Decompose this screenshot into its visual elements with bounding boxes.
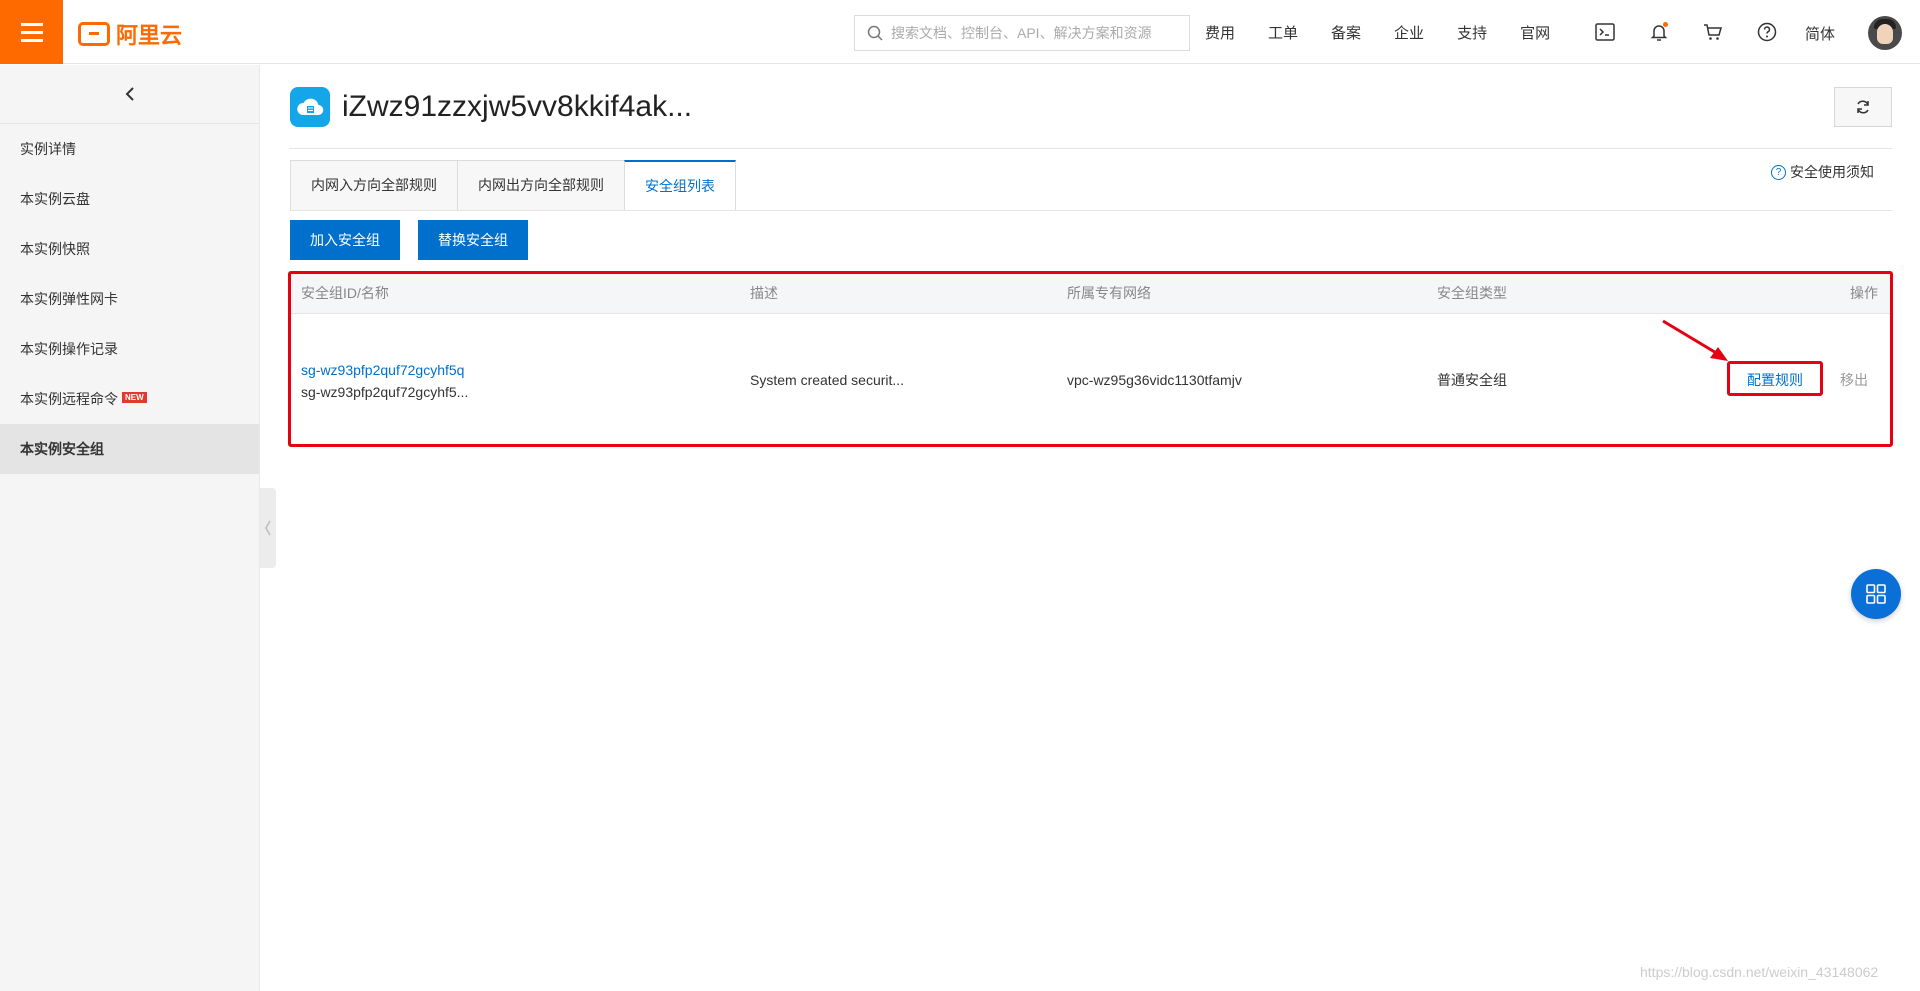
column-header-vpc: 所属专有网络 (1067, 285, 1151, 301)
nav-icp-filing[interactable]: 备案 (1331, 22, 1361, 43)
table-row: sg-wz93pfp2quf72gcyhf5q sg-wz93pfp2quf72… (290, 314, 1892, 446)
id-name-cell: sg-wz93pfp2quf72gcyhf5q sg-wz93pfp2quf72… (301, 359, 468, 403)
top-navigation-bar: 阿里云 费用 工单 备案 企业 支持 官网 简体 (0, 0, 1920, 64)
nav-enterprise[interactable]: 企业 (1394, 22, 1424, 43)
join-security-group-button[interactable]: 加入安全组 (290, 220, 400, 260)
watermark: https://blog.csdn.net/weixin_43148062 (1640, 964, 1879, 980)
sidebar-item-remote-commands[interactable]: 本实例远程命令 NEW (0, 374, 259, 424)
table-header: 安全组ID/名称 描述 所属专有网络 安全组类型 操作 (290, 272, 1892, 314)
red-arrow-annotation (1662, 319, 1728, 361)
bell-icon[interactable] (1644, 17, 1674, 47)
menu-icon (20, 23, 43, 42)
sidebar-item-disks[interactable]: 本实例云盘 (0, 174, 259, 224)
search-icon (867, 25, 883, 41)
refresh-button[interactable] (1834, 87, 1892, 127)
nav-billing[interactable]: 费用 (1205, 22, 1235, 43)
nav-official-site[interactable]: 官网 (1520, 22, 1550, 43)
app-grid-floating-button[interactable] (1851, 569, 1901, 619)
sidebar-item-operation-logs[interactable]: 本实例操作记录 (0, 324, 259, 374)
column-header-description: 描述 (750, 285, 778, 301)
top-icon-group (1590, 0, 1782, 64)
type-cell: 普通安全组 (1437, 372, 1507, 388)
sidebar-item-eni[interactable]: 本实例弹性网卡 (0, 274, 259, 324)
aliyun-logo[interactable]: 阿里云 (78, 18, 182, 50)
main-content: iZwz91zzxjw5vv8kkif4ak... 内网入方向全部规则 内网出方… (261, 65, 1920, 991)
notification-dot (1663, 22, 1668, 27)
column-header-type: 安全组类型 (1437, 285, 1507, 301)
security-notice-link[interactable]: ? 安全使用须知 (1771, 162, 1874, 182)
refresh-icon (1857, 100, 1869, 114)
title-row: iZwz91zzxjw5vv8kkif4ak... (290, 87, 692, 127)
security-group-table: 安全组ID/名称 描述 所属专有网络 安全组类型 操作 sg-wz93pfp2q… (290, 272, 1892, 446)
sidebar-back-button[interactable] (0, 65, 259, 124)
question-icon: ? (1771, 164, 1786, 180)
help-icon[interactable] (1752, 17, 1782, 47)
vpc-cell: vpc-wz95g36vidc1130tfamjv (1067, 372, 1242, 388)
replace-security-group-button[interactable]: 替换安全组 (418, 220, 528, 260)
cloud-server-icon (290, 87, 330, 127)
sidebar-item-label: 本实例操作记录 (20, 341, 118, 357)
new-badge: NEW (122, 392, 147, 403)
hamburger-menu-button[interactable] (0, 0, 63, 64)
description-cell: System created securit... (750, 372, 905, 388)
search-box[interactable] (854, 15, 1190, 51)
sidebar-item-label: 本实例云盘 (20, 191, 90, 207)
nav-support[interactable]: 支持 (1457, 22, 1487, 43)
nav-tickets[interactable]: 工单 (1268, 22, 1298, 43)
tab-bar: 内网入方向全部规则 内网出方向全部规则 安全组列表 (290, 160, 736, 211)
sidebar-item-snapshots[interactable]: 本实例快照 (0, 224, 259, 274)
sidebar-item-instance-details[interactable]: 实例详情 (0, 124, 259, 174)
remove-link[interactable]: 移出 (1840, 314, 1868, 446)
sidebar-item-label: 本实例弹性网卡 (20, 291, 118, 307)
column-header-id-name: 安全组ID/名称 (301, 285, 389, 301)
instance-sidebar: 实例详情 本实例云盘 本实例快照 本实例弹性网卡 本实例操作记录 本实例远程命令… (0, 65, 260, 991)
tab-security-group-list[interactable]: 安全组列表 (624, 160, 736, 211)
tab-inbound-rules[interactable]: 内网入方向全部规则 (290, 160, 457, 211)
language-switch[interactable]: 简体 (1805, 23, 1835, 44)
top-nav-links: 费用 工单 备案 企业 支持 官网 (1205, 0, 1583, 64)
sidebar-item-label: 实例详情 (20, 141, 76, 157)
security-group-name: sg-wz93pfp2quf72gcyhf5... (301, 384, 469, 400)
terminal-icon[interactable] (1590, 17, 1620, 47)
sidebar-item-label: 本实例安全组 (20, 441, 104, 457)
column-header-actions: 操作 (1850, 285, 1878, 301)
cart-icon[interactable] (1698, 17, 1728, 47)
search-input[interactable] (891, 25, 1171, 41)
chevron-left-icon (125, 87, 134, 101)
grid-icon (1866, 584, 1886, 604)
tab-outbound-rules[interactable]: 内网出方向全部规则 (457, 160, 624, 211)
tabs-divider (290, 210, 1892, 211)
page-title: iZwz91zzxjw5vv8kkif4ak... (342, 90, 693, 123)
security-notice-label: 安全使用须知 (1790, 164, 1874, 180)
logo-text: 阿里云 (116, 23, 183, 48)
sidebar-item-label: 本实例快照 (20, 241, 90, 257)
logo-mark-icon (78, 22, 110, 46)
configure-rules-link[interactable]: 配置规则 (1747, 314, 1803, 446)
title-divider (289, 148, 1892, 149)
sidebar-item-security-groups[interactable]: 本实例安全组 (0, 424, 259, 474)
sidebar-item-label: 本实例远程命令 (20, 391, 118, 407)
security-group-id-link[interactable]: sg-wz93pfp2quf72gcyhf5q (301, 359, 468, 381)
user-avatar[interactable] (1868, 16, 1902, 50)
